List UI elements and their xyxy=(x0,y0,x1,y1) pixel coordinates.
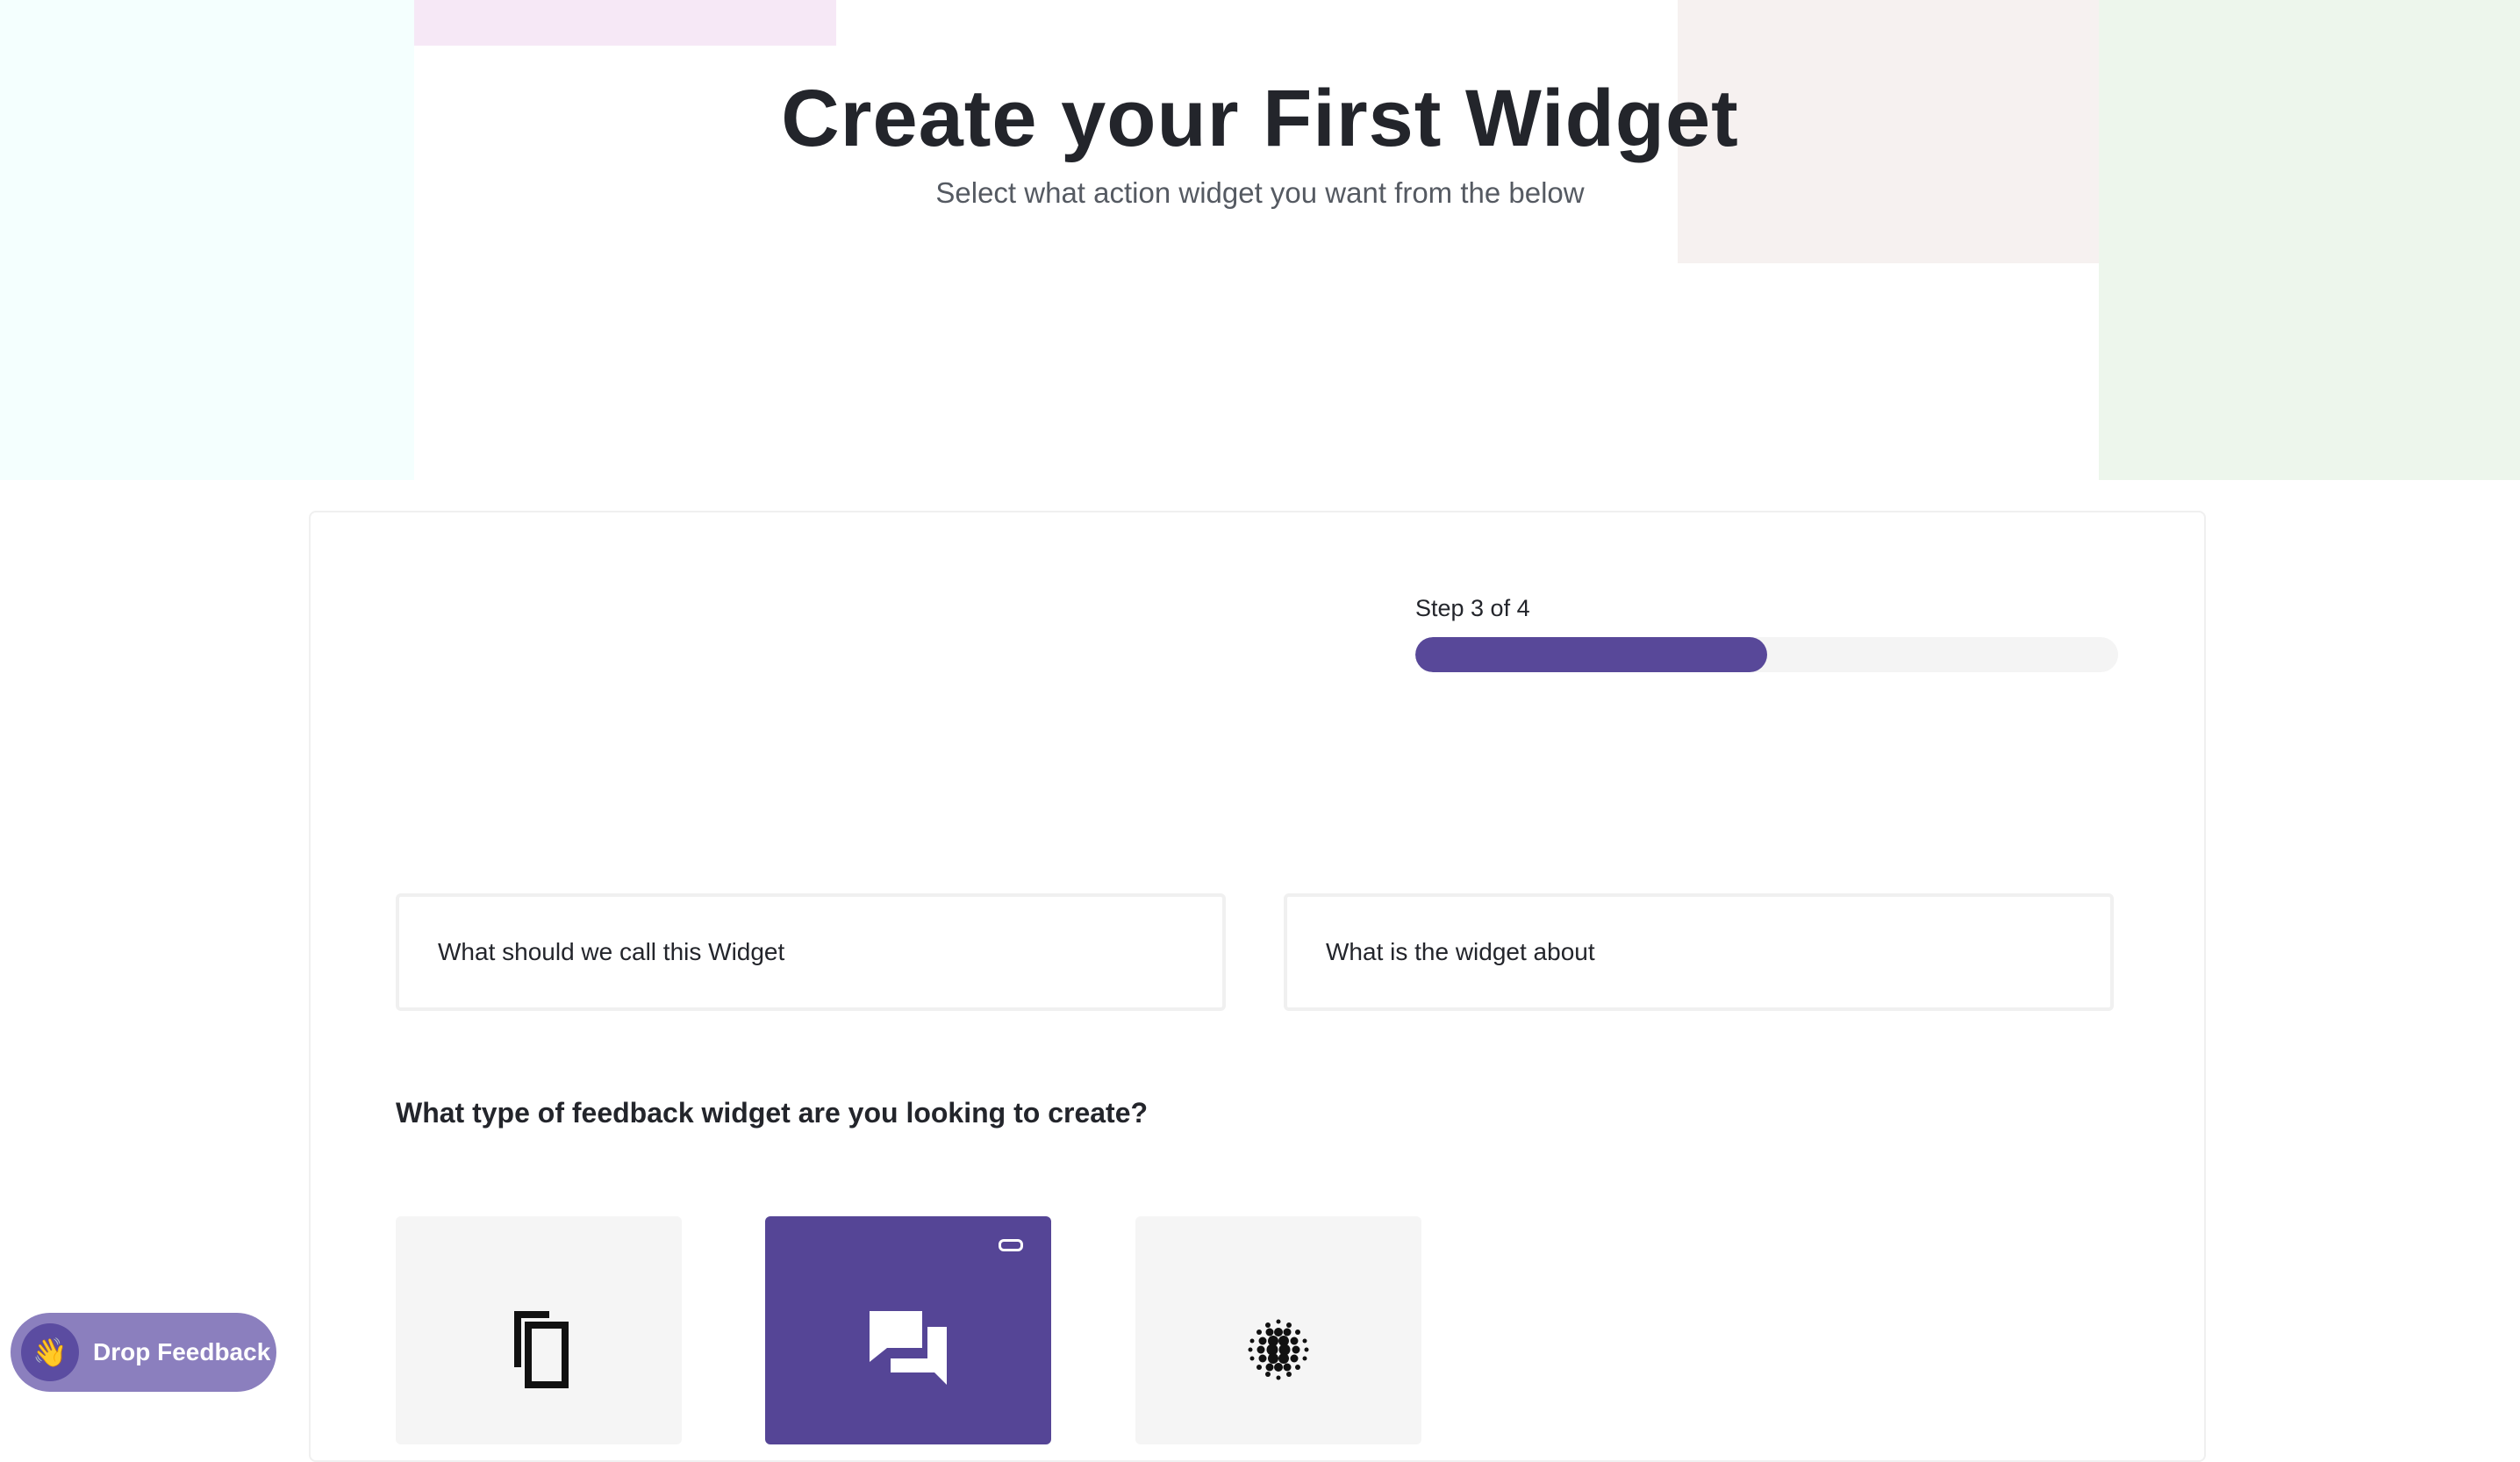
decor-block-pink xyxy=(414,0,836,46)
dot-sphere-icon xyxy=(1248,1319,1309,1380)
widget-type-option-sphere[interactable] xyxy=(1135,1216,1421,1444)
chat-bubbles-icon xyxy=(870,1311,947,1385)
page-title: Create your First Widget xyxy=(781,74,1739,163)
progress-bar xyxy=(1415,637,2118,672)
widget-type-question: What type of feedback widget are you loo… xyxy=(396,1097,1149,1129)
progress-bar-fill xyxy=(1415,637,1767,672)
selected-indicator-icon xyxy=(999,1239,1023,1251)
widget-name-input[interactable] xyxy=(396,893,1226,1011)
widget-about-input[interactable] xyxy=(1284,893,2114,1011)
waving-hand-icon: 👋 xyxy=(21,1323,79,1381)
drop-feedback-label: Drop Feedback xyxy=(93,1338,271,1365)
step-indicator: Step 3 of 4 xyxy=(1415,595,1530,621)
drop-feedback-button[interactable]: 👋 Drop Feedback xyxy=(11,1313,276,1392)
widget-type-option-chat[interactable] xyxy=(765,1216,1051,1444)
copy-icon xyxy=(514,1311,569,1388)
page-subtitle: Select what action widget you want from … xyxy=(935,176,1585,209)
widget-type-option-copy[interactable] xyxy=(396,1216,682,1444)
